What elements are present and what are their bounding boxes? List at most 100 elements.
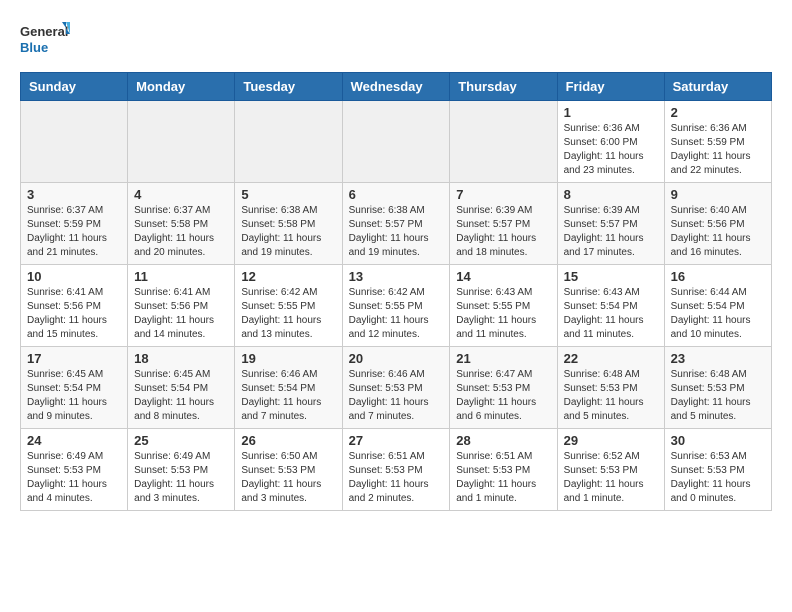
day-number: 8 (564, 187, 658, 202)
day-info: Sunrise: 6:37 AM Sunset: 5:59 PM Dayligh… (27, 204, 121, 260)
day-info: Sunrise: 6:43 AM Sunset: 5:55 PM Dayligh… (456, 286, 550, 342)
day-info: Sunrise: 6:41 AM Sunset: 5:56 PM Dayligh… (134, 286, 228, 342)
day-cell: 25 Sunrise: 6:49 AM Sunset: 5:53 PM Dayli… (128, 429, 235, 511)
weekday-tuesday: Tuesday (235, 73, 342, 101)
logo-icon: General Blue (20, 20, 70, 62)
day-cell: 12 Sunrise: 6:42 AM Sunset: 5:55 PM Dayli… (235, 265, 342, 347)
day-number: 27 (349, 433, 444, 448)
day-number: 19 (241, 351, 335, 366)
day-number: 12 (241, 269, 335, 284)
day-info: Sunrise: 6:40 AM Sunset: 5:56 PM Dayligh… (671, 204, 765, 260)
week-row-4: 17 Sunrise: 6:45 AM Sunset: 5:54 PM Dayli… (21, 347, 772, 429)
day-cell (21, 101, 128, 183)
svg-text:General: General (20, 24, 68, 39)
day-cell: 29 Sunrise: 6:52 AM Sunset: 5:53 PM Dayli… (557, 429, 664, 511)
week-row-1: 1 Sunrise: 6:36 AM Sunset: 6:00 PM Daylig… (21, 101, 772, 183)
day-cell: 27 Sunrise: 6:51 AM Sunset: 5:53 PM Dayli… (342, 429, 450, 511)
day-cell: 5 Sunrise: 6:38 AM Sunset: 5:58 PM Daylig… (235, 183, 342, 265)
day-number: 7 (456, 187, 550, 202)
day-cell: 14 Sunrise: 6:43 AM Sunset: 5:55 PM Dayli… (450, 265, 557, 347)
svg-text:Blue: Blue (20, 40, 48, 55)
day-number: 20 (349, 351, 444, 366)
day-info: Sunrise: 6:48 AM Sunset: 5:53 PM Dayligh… (671, 368, 765, 424)
day-info: Sunrise: 6:38 AM Sunset: 5:58 PM Dayligh… (241, 204, 335, 260)
day-cell (342, 101, 450, 183)
day-number: 1 (564, 105, 658, 120)
day-info: Sunrise: 6:49 AM Sunset: 5:53 PM Dayligh… (134, 450, 228, 506)
day-number: 2 (671, 105, 765, 120)
day-number: 4 (134, 187, 228, 202)
logo: General Blue (20, 20, 70, 62)
day-info: Sunrise: 6:43 AM Sunset: 5:54 PM Dayligh… (564, 286, 658, 342)
calendar-table: SundayMondayTuesdayWednesdayThursdayFrid… (20, 72, 772, 511)
day-cell: 10Sunrise: 6:41 AM Sunset: 5:56 PM Dayli… (21, 265, 128, 347)
day-cell: 16Sunrise: 6:44 AM Sunset: 5:54 PM Dayli… (664, 265, 771, 347)
day-number: 28 (456, 433, 550, 448)
day-cell: 18Sunrise: 6:45 AM Sunset: 5:54 PM Dayli… (128, 347, 235, 429)
day-number: 23 (671, 351, 765, 366)
day-number: 30 (671, 433, 765, 448)
day-number: 14 (456, 269, 550, 284)
day-info: Sunrise: 6:46 AM Sunset: 5:54 PM Dayligh… (241, 368, 335, 424)
weekday-header-row: SundayMondayTuesdayWednesdayThursdayFrid… (21, 73, 772, 101)
day-cell: 26Sunrise: 6:50 AM Sunset: 5:53 PM Dayli… (235, 429, 342, 511)
day-info: Sunrise: 6:47 AM Sunset: 5:53 PM Dayligh… (456, 368, 550, 424)
day-info: Sunrise: 6:44 AM Sunset: 5:54 PM Dayligh… (671, 286, 765, 342)
day-cell: 7 Sunrise: 6:39 AM Sunset: 5:57 PM Daylig… (450, 183, 557, 265)
day-info: Sunrise: 6:39 AM Sunset: 5:57 PM Dayligh… (564, 204, 658, 260)
day-cell: 3 Sunrise: 6:37 AM Sunset: 5:59 PM Daylig… (21, 183, 128, 265)
day-number: 3 (27, 187, 121, 202)
day-number: 9 (671, 187, 765, 202)
day-cell: 2 Sunrise: 6:36 AM Sunset: 5:59 PM Daylig… (664, 101, 771, 183)
day-info: Sunrise: 6:53 AM Sunset: 5:53 PM Dayligh… (671, 450, 765, 506)
day-cell: 15Sunrise: 6:43 AM Sunset: 5:54 PM Dayli… (557, 265, 664, 347)
day-number: 17 (27, 351, 121, 366)
day-number: 29 (564, 433, 658, 448)
day-number: 22 (564, 351, 658, 366)
day-info: Sunrise: 6:42 AM Sunset: 5:55 PM Dayligh… (349, 286, 444, 342)
weekday-saturday: Saturday (664, 73, 771, 101)
day-info: Sunrise: 6:52 AM Sunset: 5:53 PM Dayligh… (564, 450, 658, 506)
day-info: Sunrise: 6:36 AM Sunset: 6:00 PM Dayligh… (564, 122, 658, 178)
day-number: 6 (349, 187, 444, 202)
weekday-thursday: Thursday (450, 73, 557, 101)
day-info: Sunrise: 6:38 AM Sunset: 5:57 PM Dayligh… (349, 204, 444, 260)
day-cell: 1 Sunrise: 6:36 AM Sunset: 6:00 PM Daylig… (557, 101, 664, 183)
day-info: Sunrise: 6:45 AM Sunset: 5:54 PM Dayligh… (27, 368, 121, 424)
day-number: 5 (241, 187, 335, 202)
day-info: Sunrise: 6:51 AM Sunset: 5:53 PM Dayligh… (456, 450, 550, 506)
day-cell: 6 Sunrise: 6:38 AM Sunset: 5:57 PM Daylig… (342, 183, 450, 265)
day-info: Sunrise: 6:50 AM Sunset: 5:53 PM Dayligh… (241, 450, 335, 506)
week-row-5: 24 Sunrise: 6:49 AM Sunset: 5:53 PM Dayli… (21, 429, 772, 511)
day-cell: 8 Sunrise: 6:39 AM Sunset: 5:57 PM Daylig… (557, 183, 664, 265)
day-number: 24 (27, 433, 121, 448)
day-cell: 20 Sunrise: 6:46 AM Sunset: 5:53 PM Dayli… (342, 347, 450, 429)
day-cell: 21Sunrise: 6:47 AM Sunset: 5:53 PM Dayli… (450, 347, 557, 429)
day-info: Sunrise: 6:36 AM Sunset: 5:59 PM Dayligh… (671, 122, 765, 178)
day-info: Sunrise: 6:39 AM Sunset: 5:57 PM Dayligh… (456, 204, 550, 260)
day-cell: 17 Sunrise: 6:45 AM Sunset: 5:54 PM Dayli… (21, 347, 128, 429)
day-info: Sunrise: 6:46 AM Sunset: 5:53 PM Dayligh… (349, 368, 444, 424)
day-cell: 30 Sunrise: 6:53 AM Sunset: 5:53 PM Dayli… (664, 429, 771, 511)
day-info: Sunrise: 6:45 AM Sunset: 5:54 PM Dayligh… (134, 368, 228, 424)
day-cell: 24 Sunrise: 6:49 AM Sunset: 5:53 PM Dayli… (21, 429, 128, 511)
day-info: Sunrise: 6:51 AM Sunset: 5:53 PM Dayligh… (349, 450, 444, 506)
day-cell (235, 101, 342, 183)
day-info: Sunrise: 6:42 AM Sunset: 5:55 PM Dayligh… (241, 286, 335, 342)
day-number: 25 (134, 433, 228, 448)
day-cell: 23 Sunrise: 6:48 AM Sunset: 5:53 PM Dayli… (664, 347, 771, 429)
weekday-wednesday: Wednesday (342, 73, 450, 101)
day-info: Sunrise: 6:49 AM Sunset: 5:53 PM Dayligh… (27, 450, 121, 506)
day-cell: 28 Sunrise: 6:51 AM Sunset: 5:53 PM Dayli… (450, 429, 557, 511)
day-number: 10 (27, 269, 121, 284)
weekday-friday: Friday (557, 73, 664, 101)
week-row-3: 10 Sunrise: 6:41 AM Sunset: 5:56 PM Dayli… (21, 265, 772, 347)
day-cell: 19 Sunrise: 6:46 AM Sunset: 5:54 PM Dayli… (235, 347, 342, 429)
weekday-sunday: Sunday (21, 73, 128, 101)
day-info: Sunrise: 6:48 AM Sunset: 5:53 PM Dayligh… (564, 368, 658, 424)
day-cell: 4Sunrise: 6:37 AM Sunset: 5:58 PM Daylig… (128, 183, 235, 265)
day-number: 13 (349, 269, 444, 284)
day-cell: 11Sunrise: 6:41 AM Sunset: 5:56 PM Dayli… (128, 265, 235, 347)
page-header: General Blue (20, 20, 772, 62)
day-cell (450, 101, 557, 183)
